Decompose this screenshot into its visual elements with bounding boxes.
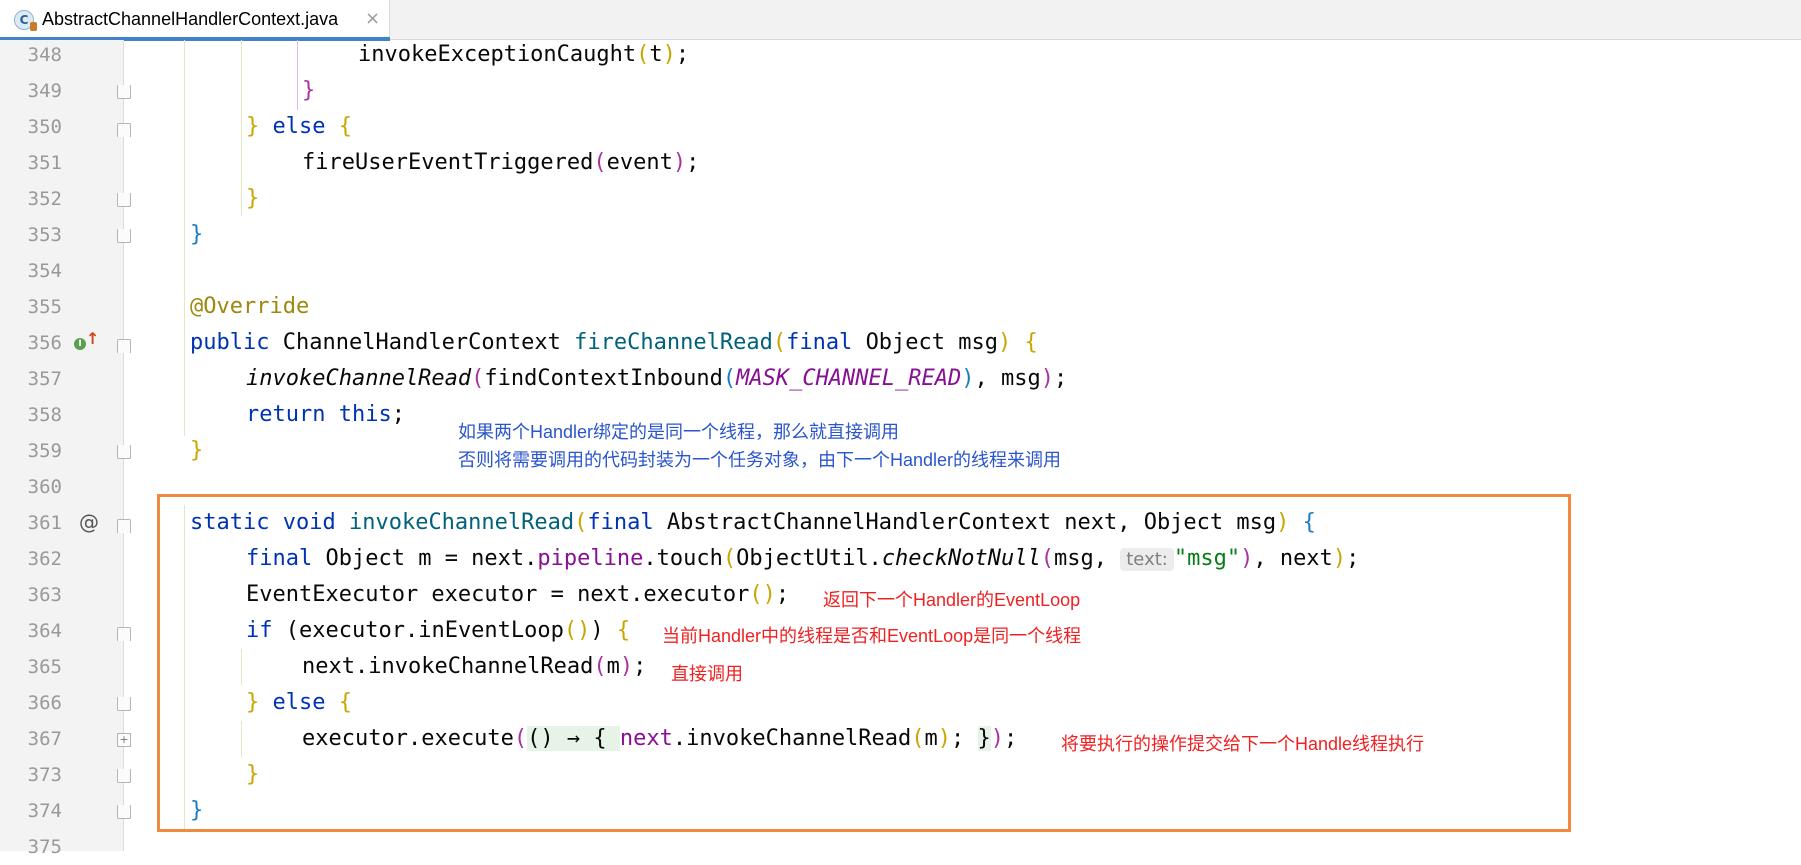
code-token: else (272, 114, 326, 139)
code-token: public (190, 330, 270, 355)
line-number: 365 (27, 656, 62, 678)
line-number: 356 (27, 332, 62, 354)
fold-expand-icon[interactable]: + (117, 733, 131, 747)
code-token: invokeExceptionCaught (358, 42, 637, 67)
fold-start-icon[interactable] (117, 627, 131, 641)
override-arrow-icon[interactable]: ↑ (86, 329, 99, 348)
line-number: 357 (27, 368, 62, 390)
code-line: } (190, 222, 204, 247)
code-line: } (246, 186, 260, 211)
line-number: 350 (27, 116, 62, 138)
code-token: ( (593, 150, 607, 175)
code-token: ( (772, 330, 787, 355)
line-number: 367 (27, 728, 62, 750)
line-number: 349 (27, 80, 62, 102)
fold-start-icon[interactable] (117, 123, 131, 137)
code-line: } (302, 78, 316, 103)
code-token: ) (662, 42, 676, 67)
code-token: ChannelHandlerContext (282, 330, 561, 355)
code-line: } (190, 438, 204, 463)
code-token: } (246, 114, 260, 139)
code-token: { (338, 114, 352, 139)
code-token: ( (636, 42, 650, 67)
code-line: fireUserEventTriggered(event); (302, 145, 699, 181)
editor-tab-bar: C AbstractChannelHandlerContext.java × (0, 0, 1801, 41)
code-line: invokeChannelRead(findContextInbound(MAS… (246, 361, 1067, 397)
code-token: findContextInbound (484, 366, 723, 391)
fold-start-icon[interactable] (117, 339, 131, 353)
code-token: ( (471, 366, 485, 391)
code-token: invokeChannelRead (246, 366, 472, 391)
code-token: fireUserEventTriggered (302, 150, 594, 175)
read-only-lock-icon (30, 22, 37, 31)
fold-end-icon[interactable] (117, 193, 131, 207)
fold-end-icon[interactable] (117, 229, 131, 243)
line-number: 358 (27, 404, 62, 426)
annotation-note: 否则将需要调用的代码封装为一个任务对象，由下一个Handler的线程来调用 (458, 450, 1062, 470)
code-token: final (786, 330, 853, 355)
code-line: } else { (246, 109, 352, 145)
fold-end-icon[interactable] (117, 805, 131, 819)
code-token: Object (865, 330, 946, 355)
code-token: MASK_CHANNEL_READ (736, 366, 962, 391)
line-number: 373 (27, 764, 62, 786)
line-number: 351 (27, 152, 62, 174)
line-number: 353 (27, 224, 62, 246)
code-token: , msg (974, 366, 1041, 391)
line-number: 362 (27, 548, 62, 570)
line-number: 366 (27, 692, 62, 714)
code-token: ; (391, 402, 405, 427)
implements-method-icon[interactable]: I (74, 338, 86, 350)
code-token: return (246, 402, 326, 427)
code-token: msg (958, 330, 999, 355)
line-number: 361 (27, 512, 62, 534)
line-number: 374 (27, 800, 62, 822)
code-token: ) (672, 150, 687, 175)
code-token: ( (722, 366, 737, 391)
indent-guide (241, 40, 242, 146)
code-token: t (649, 42, 663, 67)
line-number: 364 (27, 620, 62, 642)
line-number: 363 (27, 584, 62, 606)
line-number: 360 (27, 476, 62, 498)
indent-guide (297, 40, 298, 110)
fold-end-icon[interactable] (117, 85, 131, 99)
close-tab-icon[interactable]: × (365, 8, 380, 29)
tab-title: AbstractChannelHandlerContext.java (42, 9, 339, 29)
code-token: this (338, 402, 392, 427)
code-token: ) (1040, 366, 1054, 391)
fold-start-icon[interactable] (117, 519, 131, 533)
indent-guide (184, 325, 185, 433)
code-line: return this; (246, 397, 405, 433)
code-line: public ChannelHandlerContext fireChannel… (190, 325, 1038, 361)
code-token: ) (998, 330, 1012, 355)
code-token: ) (961, 366, 975, 391)
method-usage-at-icon[interactable]: @ (79, 510, 99, 534)
line-number: 355 (27, 296, 62, 318)
line-number: 359 (27, 440, 62, 462)
code-token: ; (686, 150, 700, 175)
fold-end-icon[interactable] (117, 697, 131, 711)
code-token: event (606, 150, 673, 175)
line-number: 352 (27, 188, 62, 210)
annotation-note: 如果两个Handler绑定的是同一个线程，那么就直接调用 (458, 422, 900, 442)
highlight-box (157, 494, 1571, 832)
line-number: 375 (27, 836, 62, 858)
fold-end-icon[interactable] (117, 445, 131, 459)
code-line: invokeExceptionCaught(t); (358, 37, 689, 73)
editor-tab[interactable]: C AbstractChannelHandlerContext.java × (0, 0, 390, 41)
code-token: fireChannelRead (574, 330, 773, 355)
indent-guide (241, 146, 242, 216)
line-number: 354 (27, 260, 62, 282)
code-token: ; (1054, 366, 1068, 391)
code-line: @Override (190, 294, 310, 319)
code-token: ; (675, 42, 690, 67)
fold-end-icon[interactable] (117, 769, 131, 783)
line-number: 348 (27, 44, 62, 66)
code-token: { (1024, 330, 1038, 355)
